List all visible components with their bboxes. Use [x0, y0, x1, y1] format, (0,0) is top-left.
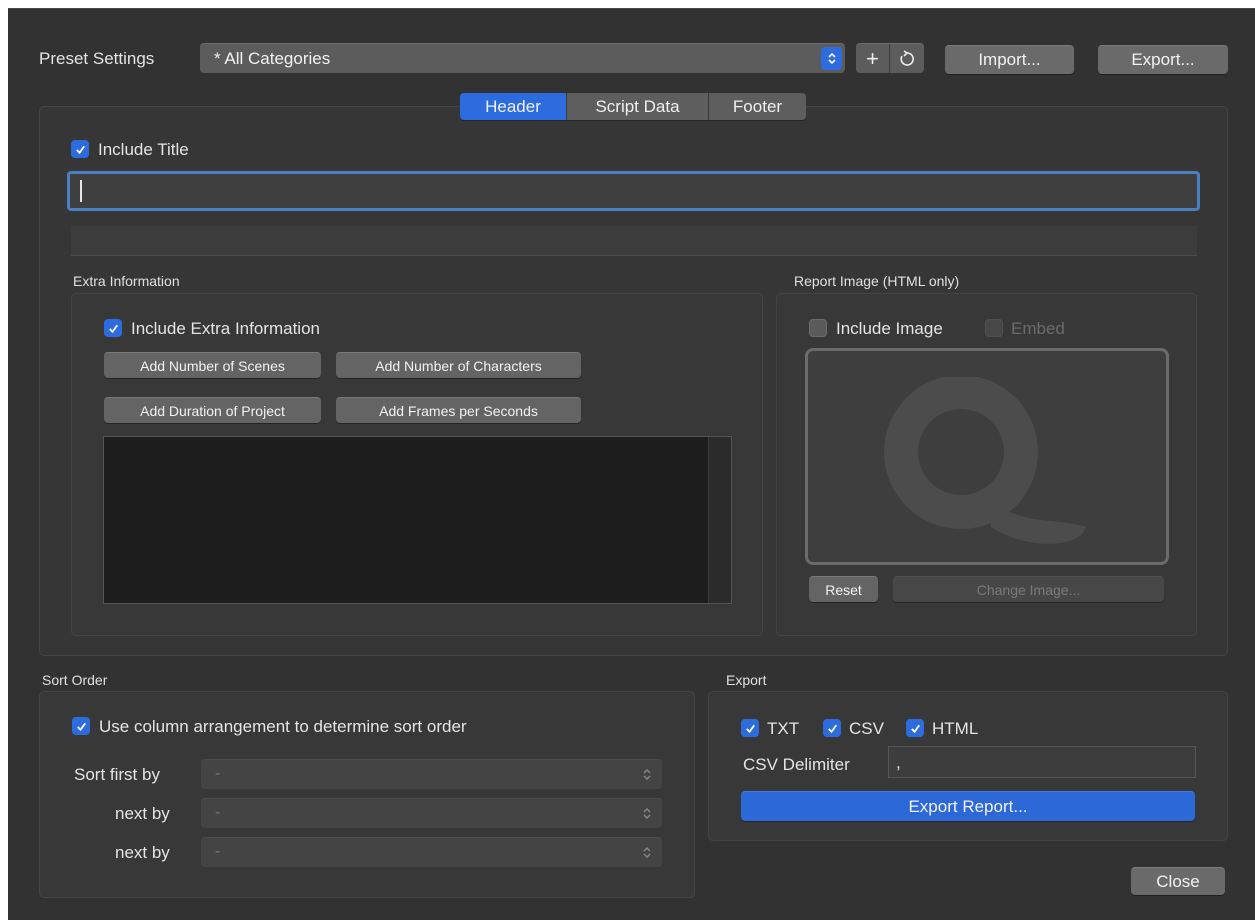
- app-logo-watermark-icon: [884, 377, 1086, 544]
- plus-icon: +: [866, 45, 879, 71]
- next-by-select-1[interactable]: -: [201, 798, 662, 828]
- tab-bar: Header Script Data Footer: [460, 93, 806, 120]
- csv-delimiter-input[interactable]: ,: [888, 746, 1196, 778]
- report-image-title: Report Image (HTML only): [794, 273, 960, 289]
- tab-script-data[interactable]: Script Data: [567, 93, 709, 120]
- checkmark-icon: [75, 145, 85, 154]
- txt-label: TXT: [767, 719, 800, 738]
- html-label: HTML: [932, 719, 979, 738]
- include-title-checkbox[interactable]: [71, 140, 89, 158]
- sort-order-title: Sort Order: [42, 672, 108, 688]
- chevron-updown-icon: [821, 47, 842, 70]
- embed-label: Embed: [1011, 319, 1065, 338]
- checkmark-icon: [745, 724, 755, 733]
- add-number-of-characters-button[interactable]: Add Number of Characters: [336, 352, 581, 378]
- subtitle-field[interactable]: [71, 226, 1197, 256]
- reload-icon: [900, 49, 914, 66]
- next-by-label-2: next by: [115, 843, 170, 862]
- preset-select[interactable]: * All Categories: [200, 43, 845, 73]
- chevron-updown-icon: [643, 769, 651, 780]
- extra-info-text-area[interactable]: [103, 436, 732, 604]
- csv-delimiter-label: CSV Delimiter: [743, 755, 850, 774]
- checkmark-icon: [108, 324, 118, 333]
- preset-add-reload-group: +: [856, 43, 924, 73]
- preset-select-value: * All Categories: [214, 49, 331, 68]
- csv-label: CSV: [849, 719, 884, 738]
- dialog-window: Preset Settings * All Categories + Impor…: [8, 8, 1255, 920]
- next-by-value-1: -: [215, 804, 221, 821]
- checkmark-icon: [910, 724, 920, 733]
- checkmark-icon: [76, 722, 86, 731]
- next-by-select-2[interactable]: -: [201, 837, 662, 867]
- html-checkbox[interactable]: [906, 719, 924, 737]
- use-column-arrangement-checkbox[interactable]: [72, 717, 90, 735]
- next-by-value-2: -: [215, 843, 221, 860]
- text-cursor: [80, 180, 82, 202]
- txt-checkbox[interactable]: [741, 719, 759, 737]
- preset-settings-label: Preset Settings: [39, 49, 155, 68]
- sort-first-by-value: -: [215, 765, 221, 782]
- reload-preset-button[interactable]: [890, 44, 924, 73]
- include-extra-info-label: Include Extra Information: [131, 319, 320, 338]
- export-title: Export: [726, 672, 767, 688]
- add-preset-button[interactable]: +: [856, 44, 890, 73]
- checkmark-icon: [827, 724, 837, 733]
- export-report-button[interactable]: Export Report...: [741, 791, 1195, 821]
- include-extra-info-checkbox[interactable]: [104, 319, 122, 337]
- tab-footer[interactable]: Footer: [709, 93, 806, 120]
- import-button[interactable]: Import...: [945, 45, 1074, 74]
- reset-image-button[interactable]: Reset: [809, 576, 878, 602]
- image-well[interactable]: [805, 348, 1169, 565]
- tab-header[interactable]: Header: [460, 93, 567, 120]
- include-image-checkbox[interactable]: [809, 319, 827, 337]
- csv-checkbox[interactable]: [823, 719, 841, 737]
- csv-delimiter-value: ,: [896, 753, 901, 772]
- add-number-of-scenes-button[interactable]: Add Number of Scenes: [104, 352, 321, 378]
- extra-info-title: Extra Information: [73, 273, 180, 289]
- chevron-updown-icon: [643, 847, 651, 858]
- sort-first-by-label: Sort first by: [74, 765, 160, 784]
- use-column-arrangement-label: Use column arrangement to determine sort…: [99, 717, 467, 736]
- include-title-label: Include Title: [98, 140, 189, 159]
- change-image-button[interactable]: Change Image...: [893, 576, 1164, 602]
- title-input[interactable]: [67, 171, 1200, 211]
- sort-first-by-select[interactable]: -: [201, 759, 662, 789]
- text-area-scrollbar[interactable]: [708, 437, 731, 603]
- chevron-updown-icon: [643, 808, 651, 819]
- next-by-label-1: next by: [115, 804, 170, 823]
- add-frames-per-seconds-button[interactable]: Add Frames per Seconds: [336, 397, 581, 423]
- add-duration-of-project-button[interactable]: Add Duration of Project: [104, 397, 321, 423]
- export-preset-button[interactable]: Export...: [1098, 45, 1228, 74]
- include-image-label: Include Image: [836, 319, 943, 338]
- close-button[interactable]: Close: [1131, 867, 1225, 895]
- embed-checkbox[interactable]: [985, 319, 1003, 337]
